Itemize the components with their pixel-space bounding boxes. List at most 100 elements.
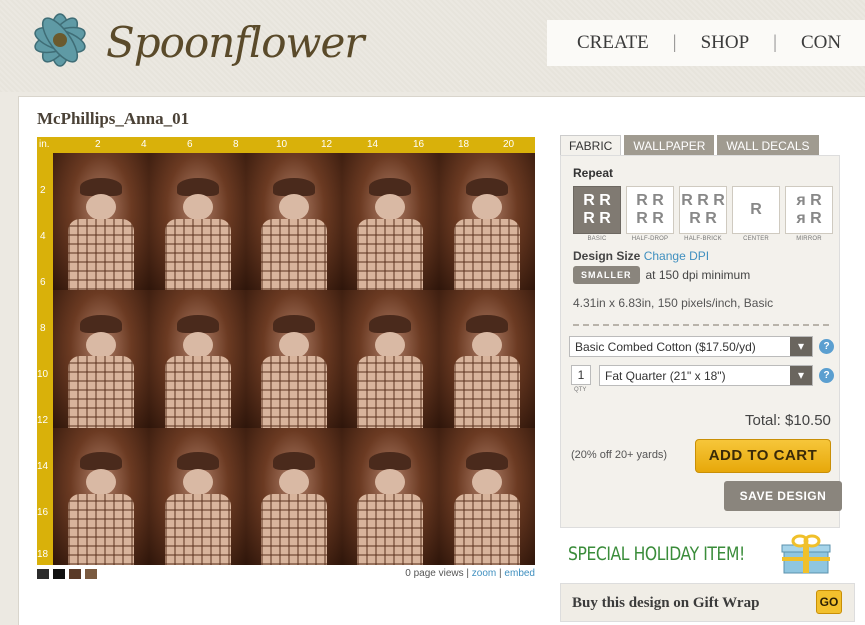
help-icon[interactable]: ?	[819, 368, 834, 383]
bulk-discount-note: (20% off 20+ yards)	[571, 449, 668, 461]
ruler-tick: 18	[458, 139, 470, 150]
ruler-tick: 2	[40, 185, 46, 196]
logo-wordmark: Spoonflower	[106, 18, 364, 67]
ruler-tick: 10	[276, 139, 288, 150]
ruler-tick: 14	[37, 461, 49, 472]
fabric-select[interactable]: Basic Combed Cotton ($17.50/yd) ▾	[569, 336, 813, 357]
pattern-tile	[438, 427, 535, 565]
chevron-down-icon: ▾	[790, 337, 812, 356]
pattern-tile	[53, 153, 150, 291]
tab-wallpaper[interactable]: WALLPAPER	[624, 135, 715, 155]
repeat-label: Repeat	[573, 166, 614, 180]
repeat-mirror[interactable]: ᴙ Rᴙ R MIRROR	[785, 186, 833, 242]
repeat-center-icon: R	[732, 186, 780, 234]
size-select-value: Fat Quarter (21" x 18")	[605, 369, 726, 383]
ruler-tick: 4	[40, 231, 46, 242]
fabric-options: Repeat R RR R BASIC R RR R HALF-DROP R R…	[560, 155, 842, 528]
repeat-half-drop-icon: R RR R	[626, 186, 674, 234]
help-icon[interactable]: ?	[819, 339, 834, 354]
chevron-down-icon: ▾	[790, 366, 812, 385]
design-panel: McPhillips_Anna_01 in. 2 4 6 8 10 12 14 …	[18, 96, 865, 625]
repeat-caption: MIRROR	[796, 236, 822, 242]
go-button[interactable]: GO	[816, 590, 842, 614]
pattern-tile	[342, 153, 439, 291]
repeat-caption: HALF-BRICK	[684, 236, 722, 242]
spoonflower-logo[interactable]: Spoonflower	[22, 6, 364, 78]
holiday-promo[interactable]: SPECIAL HOLIDAY ITEM!	[560, 533, 840, 575]
ruler-tick: 8	[233, 139, 239, 150]
repeat-caption: HALF-DROP	[631, 236, 669, 242]
ruler-tick: 6	[187, 139, 193, 150]
fabric-select-value: Basic Combed Cotton ($17.50/yd)	[575, 340, 756, 354]
ruler-tick: 10	[37, 369, 49, 380]
ruler-tick: 16	[413, 139, 425, 150]
repeat-half-drop[interactable]: R RR R HALF-DROP	[626, 186, 674, 242]
flower-logo-icon	[34, 13, 86, 67]
ruler-tick: 16	[37, 507, 49, 518]
pattern-tile	[53, 427, 150, 565]
ruler-tick: 2	[95, 139, 101, 150]
ruler-unit: in.	[39, 139, 50, 150]
product-tabs: FABRIC WALLPAPER WALL DECALS	[560, 135, 819, 155]
pattern-tile	[342, 290, 439, 428]
pattern-tile	[245, 427, 343, 565]
nav-create[interactable]: CREATE	[577, 32, 649, 54]
nav-separator: |	[672, 32, 677, 53]
design-size: Design Size Change DPI	[573, 249, 709, 263]
color-swatch	[85, 569, 97, 579]
quantity-label: QTY	[574, 387, 587, 393]
pattern-tile	[245, 290, 343, 428]
embed-link[interactable]: embed	[504, 568, 535, 579]
pattern-tile	[438, 153, 535, 291]
pattern-tile	[342, 427, 439, 565]
page-views: 0 page views | zoom | embed	[369, 568, 535, 579]
ruler-tick: 20	[503, 139, 515, 150]
save-design-button[interactable]: SAVE DESIGN	[724, 481, 842, 511]
giftwrap-promo: Buy this design on Gift Wrap GO	[560, 583, 855, 622]
ruler-tick: 12	[321, 139, 333, 150]
pattern-tile	[245, 153, 343, 291]
color-swatch	[37, 569, 49, 579]
design-preview[interactable]: in. 2 4 6 8 10 12 14 16 18 20 2 4 6 8 10…	[37, 137, 535, 565]
ruler-left: 2 4 6 8 10 12 14 16 18	[37, 153, 53, 565]
repeat-mirror-icon: ᴙ Rᴙ R	[785, 186, 833, 234]
pattern-tile	[438, 290, 535, 428]
tab-wall-decals[interactable]: WALL DECALS	[717, 135, 819, 155]
pattern-tile	[149, 427, 246, 565]
repeat-caption: CENTER	[743, 236, 769, 242]
repeat-center[interactable]: R CENTER	[732, 186, 780, 242]
holiday-promo-text: SPECIAL HOLIDAY ITEM!	[568, 543, 745, 565]
smaller-button[interactable]: SMALLER	[573, 266, 640, 284]
repeat-half-brick[interactable]: R R RR R HALF-BRICK	[679, 186, 727, 242]
pattern-tile	[149, 153, 246, 291]
views-count: 0 page views |	[405, 568, 470, 579]
repeat-basic[interactable]: R RR R BASIC	[573, 186, 621, 242]
top-navigation: CREATE | SHOP | CON	[547, 20, 865, 66]
design-dimensions: 4.31in x 6.83in, 150 pixels/inch, Basic	[573, 296, 774, 310]
site-header: Spoonflower CREATE | SHOP | CON	[0, 0, 865, 92]
size-select[interactable]: Fat Quarter (21" x 18") ▾	[599, 365, 813, 386]
repeat-pattern	[53, 153, 535, 565]
giftwrap-text: Buy this design on Gift Wrap	[572, 595, 760, 611]
zoom-link[interactable]: zoom	[472, 568, 496, 579]
repeat-options: R RR R BASIC R RR R HALF-DROP R R RR R H…	[573, 186, 833, 242]
ruler-tick: 4	[141, 139, 147, 150]
nav-shop[interactable]: SHOP	[701, 32, 750, 54]
add-to-cart-button[interactable]: ADD TO CART	[695, 439, 831, 473]
ruler-tick: 14	[367, 139, 379, 150]
ruler-tick: 18	[37, 549, 49, 560]
repeat-half-brick-icon: R R RR R	[679, 186, 727, 234]
link-divider: |	[499, 568, 502, 579]
ruler-tick: 6	[40, 277, 46, 288]
color-swatch	[53, 569, 65, 579]
ruler-tick: 8	[40, 323, 46, 334]
color-swatch	[69, 569, 81, 579]
quantity-input[interactable]: 1	[571, 365, 591, 385]
nav-connect[interactable]: CON	[801, 32, 841, 54]
change-dpi-link[interactable]: Change DPI	[644, 249, 709, 263]
design-title: McPhillips_Anna_01	[37, 109, 190, 128]
pattern-tile	[53, 290, 150, 428]
tab-fabric[interactable]: FABRIC	[560, 135, 622, 155]
divider	[573, 324, 829, 326]
order-total: Total: $10.50	[745, 412, 831, 429]
